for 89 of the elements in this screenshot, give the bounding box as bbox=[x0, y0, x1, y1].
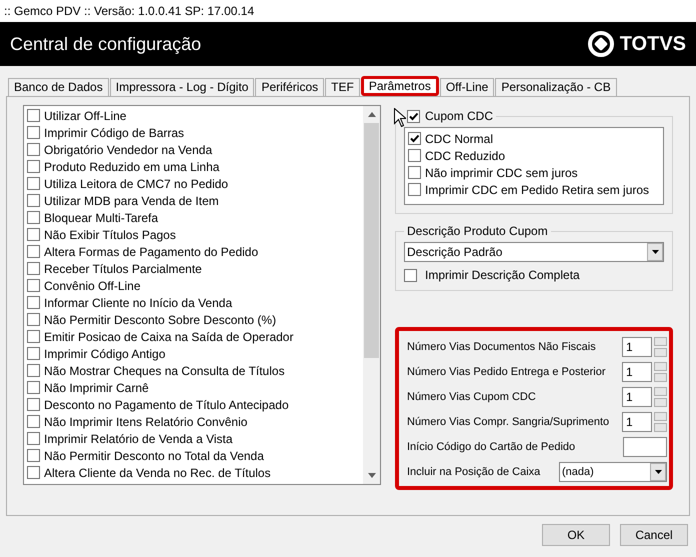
checkbox[interactable] bbox=[27, 177, 40, 190]
option-label: Imprimir Código de Barras bbox=[44, 126, 184, 140]
checkbox[interactable] bbox=[27, 126, 40, 139]
tab[interactable]: Banco de Dados bbox=[8, 78, 109, 96]
checkbox[interactable] bbox=[27, 143, 40, 156]
option-label: Receber Títulos Parcialmente bbox=[44, 262, 202, 276]
logo-icon bbox=[588, 31, 614, 57]
number-field[interactable]: 1 bbox=[622, 412, 652, 432]
option-label: Utilizar MDB para Venda de Item bbox=[44, 194, 219, 208]
checkbox[interactable] bbox=[27, 449, 40, 462]
logo-text: TOTVS bbox=[620, 32, 686, 56]
checkbox[interactable] bbox=[27, 211, 40, 224]
option-label: Altera Cliente da Venda no Rec. de Títulos bbox=[44, 466, 271, 480]
option-label: CDC Reduzido bbox=[425, 148, 506, 162]
option-label: Informar Cliente no Início da Venda bbox=[44, 296, 232, 310]
checkbox[interactable] bbox=[27, 347, 40, 360]
option-label: CDC Normal bbox=[425, 132, 494, 146]
number-field[interactable]: 1 bbox=[622, 362, 652, 382]
position-select[interactable]: (nada) bbox=[559, 462, 667, 482]
option-label: Não Permitir Desconto no Total da Venda bbox=[44, 448, 264, 462]
checkbox[interactable] bbox=[408, 149, 421, 162]
input-field[interactable] bbox=[623, 437, 667, 457]
group-title: Descrição Produto Cupom bbox=[407, 224, 548, 238]
option-label: Convênio Off-Line bbox=[44, 278, 141, 292]
option-label: Não imprimir CDC sem juros bbox=[425, 166, 578, 180]
tab[interactable]: TEF bbox=[325, 78, 360, 96]
option-label: Imprimir Descrição Completa bbox=[425, 268, 580, 282]
window-title: :: Gemco PDV :: Versão: 1.0.0.41 SP: 17.00.14 bbox=[4, 4, 254, 18]
option-label: Não Exibir Títulos Pagos bbox=[44, 228, 176, 242]
number-field[interactable]: 1 bbox=[622, 387, 652, 407]
dropdown-arrow-icon bbox=[652, 250, 658, 254]
checkbox[interactable] bbox=[27, 109, 40, 122]
option-label: Não Imprimir Carnê bbox=[44, 380, 149, 394]
scroll-up-icon[interactable] bbox=[368, 112, 376, 117]
header-title: Central de configuração bbox=[10, 34, 202, 54]
option-label: Produto Reduzido em uma Linha bbox=[44, 160, 220, 174]
option-label: Obrigatório Vendedor na Venda bbox=[44, 142, 212, 156]
option-label: Utiliza Leitora de CMC7 no Pedido bbox=[44, 176, 228, 190]
option-label: Não Permitir Desconto Sobre Desconto (%) bbox=[44, 312, 276, 326]
tab[interactable]: Periféricos bbox=[255, 78, 324, 96]
field-label: Incluir na Posição de Caixa bbox=[407, 466, 540, 478]
option-label: Bloquear Multi-Tarefa bbox=[44, 210, 158, 224]
field-label: Número Vias Compr. Sangria/Suprimento bbox=[407, 416, 610, 428]
option-label: Não Imprimir Itens Relatório Convênio bbox=[44, 414, 248, 428]
checkbox[interactable] bbox=[27, 432, 40, 445]
checkbox[interactable] bbox=[27, 262, 40, 275]
field-label: Número Vias Documentos Não Fiscais bbox=[407, 341, 596, 353]
tab[interactable]: Parâmetros bbox=[360, 76, 439, 96]
option-label: Não Mostrar Cheques na Consulta de Títulos bbox=[44, 364, 285, 378]
option-label: Desconto no Pagamento de Título Antecipado bbox=[44, 398, 289, 412]
tab[interactable]: Personalização - CB bbox=[495, 78, 617, 96]
tab[interactable]: Impressora - Log - Dígito bbox=[110, 78, 254, 96]
checkbox[interactable] bbox=[27, 296, 40, 309]
checkbox[interactable] bbox=[27, 279, 40, 292]
checkbox[interactable] bbox=[27, 245, 40, 258]
checkbox[interactable] bbox=[408, 183, 421, 196]
scrollbar[interactable] bbox=[363, 106, 380, 484]
option-label: Utilizar Off-Line bbox=[44, 108, 126, 122]
option-label: Imprimir Relatório de Venda a Vista bbox=[44, 432, 233, 446]
mouse-pointer-icon bbox=[394, 108, 406, 127]
dropdown-arrow-icon bbox=[654, 470, 662, 474]
checkbox[interactable] bbox=[27, 398, 40, 411]
checkbox[interactable] bbox=[27, 228, 40, 241]
checkbox[interactable] bbox=[27, 160, 40, 173]
checkbox[interactable] bbox=[408, 166, 421, 179]
cancel-button[interactable]: Cancel bbox=[620, 524, 688, 546]
checkbox[interactable] bbox=[404, 268, 417, 282]
checkbox[interactable] bbox=[408, 132, 421, 145]
number-field[interactable]: 1 bbox=[622, 337, 652, 357]
description-select[interactable]: Descrição Padrão bbox=[404, 242, 664, 262]
checkbox[interactable] bbox=[27, 194, 40, 207]
tab[interactable]: Off-Line bbox=[440, 78, 494, 96]
checkbox[interactable] bbox=[27, 415, 40, 428]
scroll-down-icon[interactable] bbox=[368, 473, 376, 478]
field-label: Número Vias Cupom CDC bbox=[407, 391, 536, 403]
option-label: Imprimir Código Antigo bbox=[44, 346, 166, 360]
option-label: Imprimir CDC em Pedido Retira sem juros bbox=[425, 182, 650, 196]
field-label: Início Código do Cartão de Pedido bbox=[407, 441, 576, 453]
group-title: Cupom CDC bbox=[425, 109, 494, 123]
checkbox[interactable] bbox=[27, 466, 40, 479]
checkbox[interactable] bbox=[27, 381, 40, 394]
option-label: Emitir Posicao de Caixa na Saída de Operador bbox=[44, 330, 294, 344]
field-label: Número Vias Pedido Entrega e Posterior bbox=[407, 366, 606, 378]
checkbox[interactable] bbox=[407, 110, 420, 122]
ok-button[interactable]: OK bbox=[542, 524, 610, 546]
checkbox[interactable] bbox=[27, 313, 40, 326]
checkbox[interactable] bbox=[27, 330, 40, 343]
checkbox[interactable] bbox=[27, 364, 40, 377]
option-label: Altera Formas de Pagamento do Pedido bbox=[44, 244, 258, 258]
